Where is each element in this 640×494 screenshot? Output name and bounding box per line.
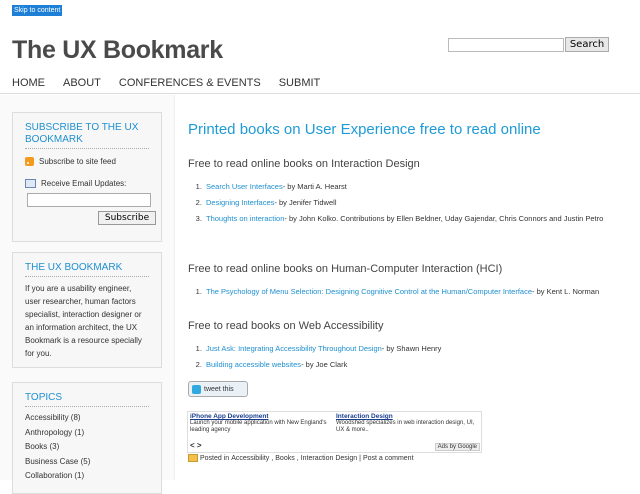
post-comment-link[interactable]: Post a comment	[363, 455, 414, 462]
skip-to-content-link[interactable]: Skip to content	[12, 5, 63, 16]
search-button[interactable]: Search	[565, 37, 609, 52]
list-item: The Psychology of Menu Selection: Design…	[204, 284, 634, 300]
nav-conferences-events[interactable]: CONFERENCES & EVENTS	[119, 77, 261, 89]
book-link[interactable]: Thoughts on interaction	[206, 214, 284, 223]
email-row: Receive Email Updates:	[25, 177, 149, 190]
topic-item[interactable]: Books (3)	[25, 440, 149, 455]
ads-by-google[interactable]: Ads by Google	[434, 443, 480, 451]
book-list-hci: The Psychology of Menu Selection: Design…	[188, 284, 634, 300]
list-item: Designing Interfaces- by Jenifer Tidwell	[204, 195, 634, 211]
post-meta: Posted in Accessibility, Books, Interact…	[188, 454, 414, 462]
book-link[interactable]: The Psychology of Menu Selection: Design…	[206, 287, 532, 296]
topic-item[interactable]: Accessibility (8)	[25, 411, 149, 426]
list-item: Just Ask: Integrating Accessibility Thro…	[204, 341, 634, 357]
book-link[interactable]: Just Ask: Integrating Accessibility Thro…	[206, 344, 382, 353]
section-heading-interaction-design: Free to read online books on Interaction…	[188, 158, 420, 170]
topics-title: TOPICS	[25, 392, 149, 407]
about-box: THE UX BOOKMARK If you are a usability e…	[12, 252, 162, 368]
ad-nav-arrows-icon[interactable]: < >	[190, 441, 202, 450]
subscribe-box: SUBSCRIBE TO THE UX BOOKMARK Subscribe t…	[12, 112, 162, 242]
topic-item[interactable]: Business Case (5)	[25, 455, 149, 470]
topic-item[interactable]: Collaboration (1)	[25, 469, 149, 484]
tweet-this-button[interactable]: tweet this	[188, 381, 248, 397]
category-link[interactable]: Interaction Design	[301, 455, 357, 462]
feed-row[interactable]: Subscribe to site feed	[25, 155, 149, 168]
book-list-interaction-design: Search User Interfaces- by Marti A. Hear…	[188, 179, 634, 227]
about-title: THE UX BOOKMARK	[25, 262, 149, 277]
twitter-bird-icon	[192, 384, 201, 394]
search-input[interactable]	[448, 38, 564, 52]
nav-submit[interactable]: SUBMIT	[279, 77, 321, 89]
topics-box: TOPICS Accessibility (8) Anthropology (1…	[12, 382, 162, 494]
sidebar: SUBSCRIBE TO THE UX BOOKMARK Subscribe t…	[0, 95, 175, 494]
email-field[interactable]	[27, 193, 151, 207]
category-link[interactable]: Books	[275, 455, 294, 462]
subscribe-title: SUBSCRIBE TO THE UX BOOKMARK	[25, 122, 149, 149]
subscribe-button[interactable]: Subscribe	[98, 211, 156, 225]
site-title[interactable]: The UX Bookmark	[12, 36, 223, 65]
topic-item[interactable]: Anthropology (1)	[25, 426, 149, 441]
book-link[interactable]: Search User Interfaces	[206, 182, 283, 191]
ad-iphone[interactable]: iPhone App Development Launch your mobil…	[190, 413, 330, 434]
nav-divider	[0, 93, 640, 94]
post-title[interactable]: Printed books on User Experience free to…	[188, 121, 541, 138]
ad-interaction-design[interactable]: Interaction Design Woodshed specializes …	[336, 413, 476, 434]
category-link[interactable]: Accessibility	[231, 455, 269, 462]
email-icon	[25, 179, 36, 189]
nav-home[interactable]: HOME	[12, 77, 45, 89]
folder-icon	[188, 454, 198, 462]
ad-unit: iPhone App Development Launch your mobil…	[187, 411, 482, 453]
email-label: Receive Email Updates:	[41, 179, 127, 188]
subscribe-feed-link[interactable]: Subscribe to site feed	[39, 157, 116, 166]
list-item: Search User Interfaces- by Marti A. Hear…	[204, 179, 634, 195]
book-link[interactable]: Building accessible websites	[206, 360, 301, 369]
nav-about[interactable]: ABOUT	[63, 77, 101, 89]
section-heading-hci: Free to read online books on Human-Compu…	[188, 263, 503, 275]
main-nav: HOME ABOUT CONFERENCES & EVENTS SUBMIT	[12, 77, 320, 89]
rss-icon	[25, 157, 34, 167]
section-heading-accessibility: Free to read books on Web Accessibility	[188, 320, 384, 332]
list-item: Building accessible websites- by Joe Cla…	[204, 357, 634, 373]
list-item: Thoughts on interaction- by John Kolko. …	[204, 211, 634, 227]
about-text: If you are a usability engineer, user re…	[25, 284, 142, 358]
book-list-accessibility: Just Ask: Integrating Accessibility Thro…	[188, 341, 634, 373]
book-link[interactable]: Designing Interfaces	[206, 198, 274, 207]
